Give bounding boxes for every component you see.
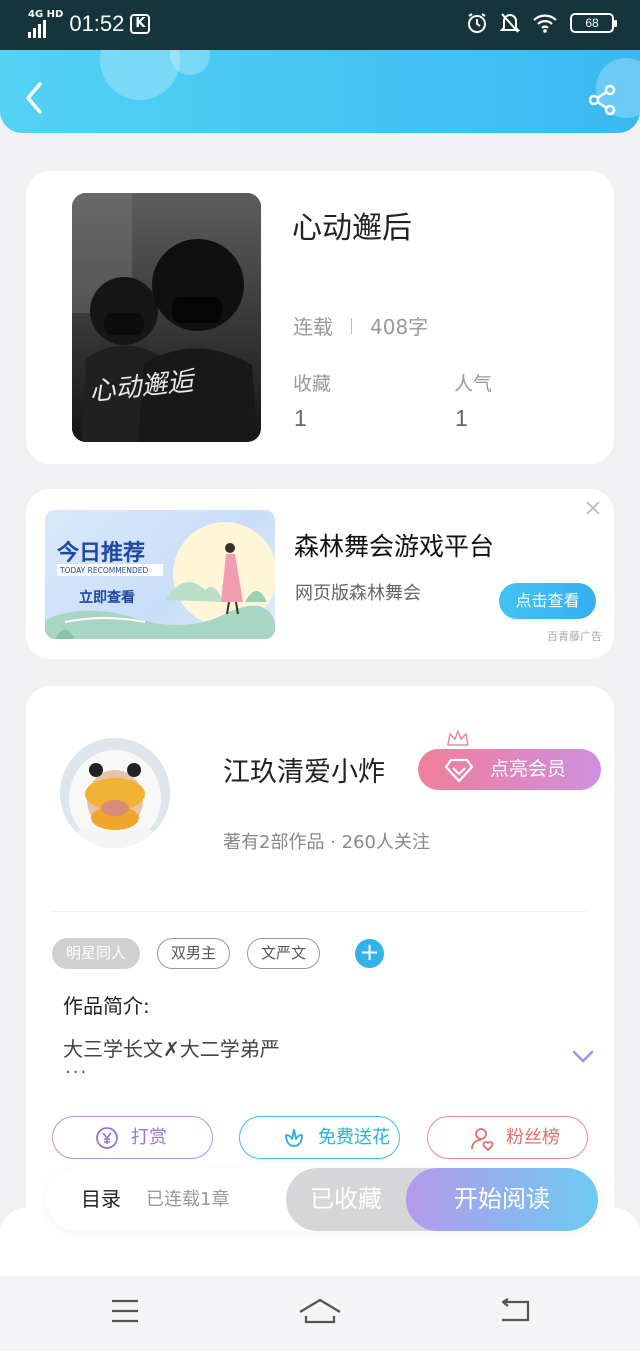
- cover-illustration: 心动邂逅: [72, 193, 261, 442]
- back-nav-icon[interactable]: [498, 1298, 532, 1324]
- ad-banner-subtitle: TODAY RECOMMENDED: [59, 566, 149, 575]
- vip-button-label: 点亮会员: [490, 758, 567, 780]
- chapter-count: 已连载1章: [146, 1189, 230, 1210]
- clock: 01:52: [69, 11, 125, 36]
- diamond-icon: [444, 758, 474, 783]
- ad-view-button[interactable]: 点击查看: [499, 583, 596, 619]
- reward-label: 打赏: [131, 1127, 167, 1148]
- stat-value-popularity: 1: [455, 405, 468, 431]
- system-navigation-bar: [0, 1276, 640, 1351]
- home-icon[interactable]: [298, 1298, 342, 1324]
- top-header: [0, 50, 640, 133]
- status-right: 68: [466, 12, 617, 34]
- decor-bubble: [100, 50, 180, 100]
- send-flower-button[interactable]: 免费送花: [239, 1116, 400, 1159]
- ad-title: 森林舞会游戏平台: [294, 532, 495, 561]
- share-icon[interactable]: [586, 84, 618, 116]
- stat-value-collect: 1: [294, 405, 307, 431]
- book-title: 心动邂后: [292, 211, 412, 246]
- flower-icon: [285, 1129, 303, 1147]
- coin-icon: [96, 1127, 118, 1149]
- ad-subtitle: 网页版森林舞会: [295, 583, 421, 604]
- intro-label: 作品简介:: [63, 994, 150, 1018]
- author-avatar[interactable]: [60, 738, 170, 848]
- back-icon[interactable]: [20, 80, 50, 116]
- ad-source-label: 百青藤广告: [547, 630, 602, 643]
- stat-label-popularity: 人气: [454, 373, 493, 395]
- vip-button[interactable]: 点亮会员: [418, 749, 601, 790]
- word-count: 408字: [370, 315, 429, 339]
- tag-item[interactable]: 明星同人: [52, 938, 141, 969]
- close-icon[interactable]: [584, 499, 602, 517]
- ad-banner-image[interactable]: 今日推荐 TODAY RECOMMENDED 立即查看: [45, 510, 275, 639]
- intro-ellipsis: ...: [65, 1057, 89, 1078]
- book-status-row: 连载 408字: [293, 311, 428, 340]
- intro-text: 大三学长文✗大二学弟严: [63, 1037, 280, 1061]
- ad-banner-cta: 立即查看: [79, 589, 135, 606]
- collected-label: 已收藏: [310, 1185, 382, 1213]
- mute-bell-icon: [500, 13, 520, 33]
- author-meta: 著有2部作品 · 260人关注: [223, 832, 430, 853]
- battery-indicator: 68: [570, 13, 617, 33]
- wifi-icon: [533, 14, 557, 33]
- book-info-card: 心动邂逅 心动邂后 连载 408字 收藏 1 人气 1: [26, 171, 614, 464]
- menu-icon[interactable]: [110, 1298, 140, 1324]
- add-tag-button[interactable]: +: [355, 939, 385, 968]
- start-reading-button[interactable]: 开始阅读: [406, 1168, 598, 1231]
- user-heart-icon: [471, 1128, 494, 1151]
- fans-ranking-label: 粉丝榜: [506, 1127, 560, 1148]
- tag-item[interactable]: 双男主: [157, 938, 231, 969]
- stat-label-collect: 收藏: [293, 373, 332, 395]
- tag-list: 明星同人 双男主 文严文 +: [52, 938, 385, 969]
- ad-banner-title: 今日推荐: [57, 540, 145, 566]
- author-name[interactable]: 江玖清爱小炸: [223, 750, 385, 789]
- status-left: 4G HD 01:52 K: [28, 10, 151, 38]
- book-cover[interactable]: 心动邂逅: [72, 193, 261, 442]
- read-action-bar: 目录 已连载1章 已收藏 开始阅读: [46, 1168, 598, 1231]
- section-divider: [50, 911, 586, 912]
- divider: [351, 317, 352, 334]
- send-flower-label: 免费送花: [318, 1127, 390, 1148]
- signal-icon: 4G HD: [28, 10, 63, 38]
- toc-button[interactable]: 目录: [81, 1168, 121, 1231]
- network-type: 4G HD: [28, 9, 64, 20]
- fans-ranking-button[interactable]: 粉丝榜: [427, 1116, 588, 1159]
- alarm-icon: [468, 13, 486, 33]
- chevron-down-icon[interactable]: [572, 1050, 594, 1064]
- serial-status: 连载: [293, 315, 333, 339]
- ad-card[interactable]: 今日推荐 TODAY RECOMMENDED 立即查看 森林舞会游戏平台 网页版…: [26, 489, 614, 659]
- reward-button[interactable]: 打赏: [52, 1116, 213, 1159]
- status-bar: 4G HD 01:52 K 68: [0, 0, 640, 50]
- app-notification-icon: K: [130, 14, 151, 34]
- crown-icon: [447, 730, 469, 746]
- tag-item[interactable]: 文严文: [247, 938, 321, 969]
